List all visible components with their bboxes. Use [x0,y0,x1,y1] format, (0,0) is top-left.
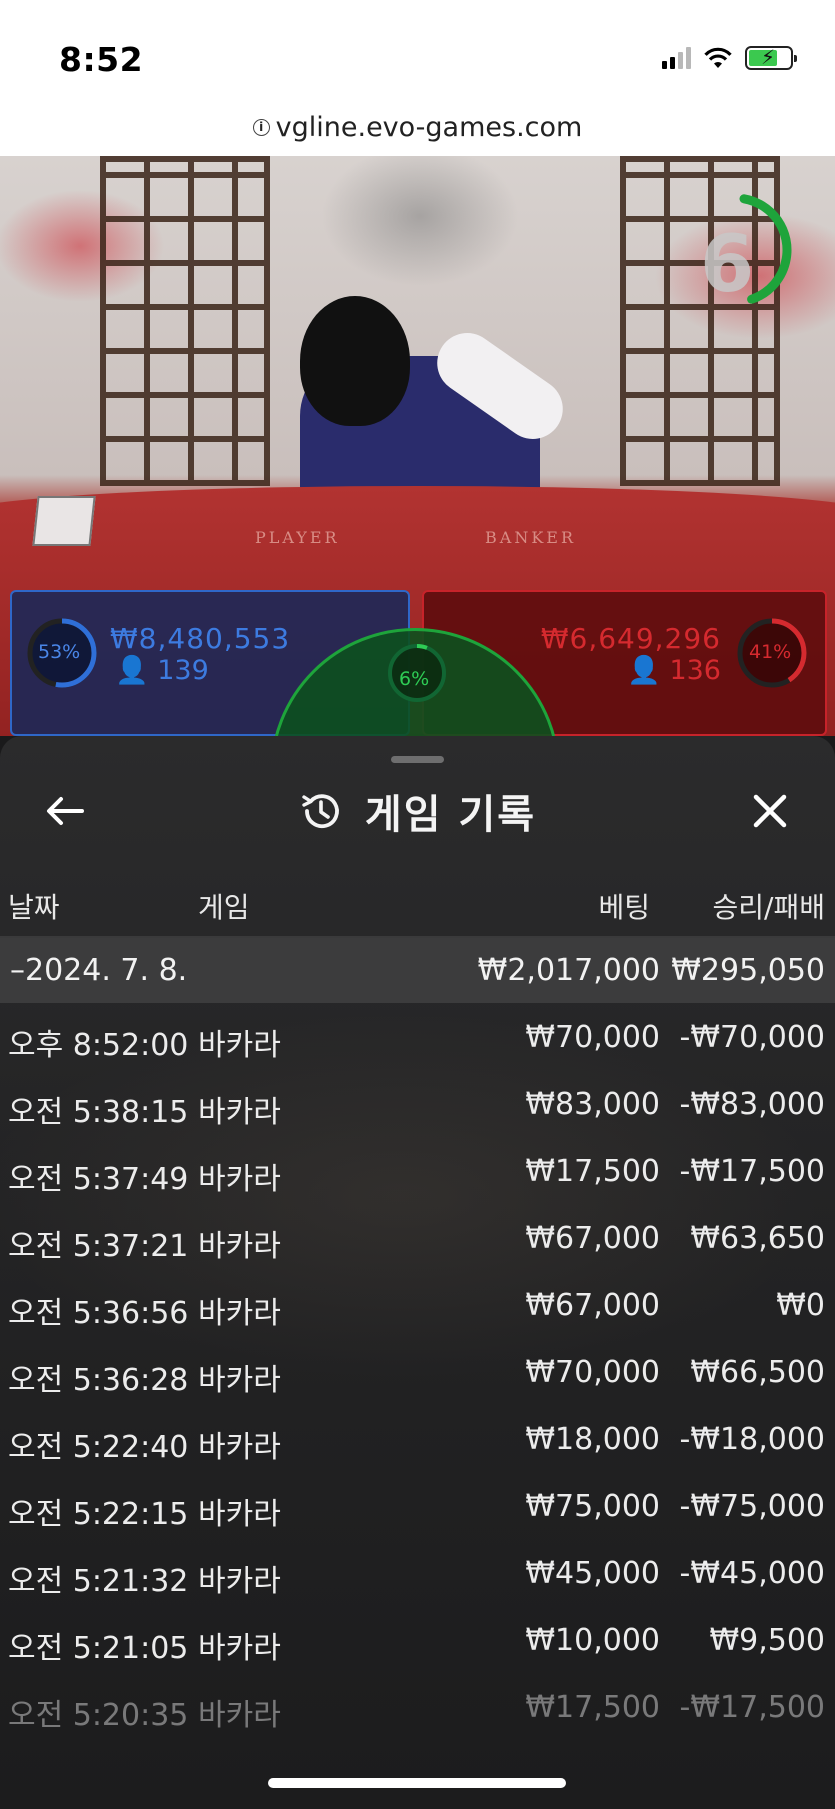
status-icons: ⚡ [662,45,797,70]
row-bet: ₩70,000 [525,1020,660,1055]
row-result: ₩9,500 [709,1623,825,1658]
row-time: 오전 5:36:28 [8,1363,189,1398]
history-row[interactable]: 오전 5:22:40 바카라 ₩18,000 -₩18,000 [0,1406,835,1473]
close-icon [753,794,787,828]
history-list: 오후 8:52:00 바카라 ₩70,000 -₩70,000 오전 5:38:15 바… [0,1004,835,1741]
row-bet: ₩45,000 [525,1556,660,1591]
folding-screen-left [100,156,270,486]
row-bet: ₩70,000 [525,1355,660,1390]
row-result: ₩0 [776,1288,825,1323]
sheet-drag-handle[interactable] [391,756,444,763]
address-bar[interactable]: i vgline.evo-games.com [0,98,835,156]
date-group-date: –2024. 7. 8. [10,953,188,988]
row-result: -₩17,500 [679,1690,825,1725]
history-row[interactable]: 오전 5:36:28 바카라 ₩70,000 ₩66,500 [0,1339,835,1406]
date-group-bet-total: ₩2,017,000 [477,953,660,988]
battery-icon: ⚡ [745,45,797,70]
column-header-game: 게임 [198,891,250,924]
row-game: 바카라 [198,1631,281,1666]
history-row[interactable]: 오전 5:37:49 바카라 ₩17,500 -₩17,500 [0,1138,835,1205]
row-game: 바카라 [198,1162,281,1197]
row-game: 바카라 [198,1698,281,1733]
row-result: ₩63,650 [690,1221,825,1256]
status-bar: 8:52 ⚡ [0,0,835,98]
row-game: 바카라 [198,1564,281,1599]
row-bet: ₩83,000 [525,1087,660,1122]
cellular-signal-icon [662,47,691,69]
status-time: 8:52 [59,40,144,79]
row-game: 바카라 [198,1430,281,1465]
card-shoe [32,496,96,546]
game-history-sheet: 게임 기록 날짜 게임 베팅 승리/패배 –2024. 7. 8. ₩2,017… [0,736,835,1809]
history-row[interactable]: 오전 5:21:32 바카라 ₩45,000 -₩45,000 [0,1540,835,1607]
row-time: 오전 5:21:05 [8,1631,189,1666]
history-row[interactable]: 오전 5:37:21 바카라 ₩67,000 ₩63,650 [0,1205,835,1272]
row-time: 오전 5:36:56 [8,1296,189,1331]
banker-total-amount: ₩6,649,296 [540,622,721,655]
row-game: 바카라 [198,1028,281,1063]
date-group-win-total: ₩295,050 [671,953,825,988]
row-game: 바카라 [198,1363,281,1398]
history-row[interactable]: 오전 5:21:05 바카라 ₩10,000 ₩9,500 [0,1607,835,1674]
countdown-number: 6 [700,220,755,310]
history-row[interactable]: 오전 5:36:56 바카라 ₩67,000 ₩0 [0,1272,835,1339]
row-bet: ₩10,000 [525,1623,660,1658]
banker-bettor-count: 👤 136 [627,655,721,686]
row-bet: ₩17,500 [525,1690,660,1725]
history-row[interactable]: 오전 5:38:15 바카라 ₩83,000 -₩83,000 [0,1071,835,1138]
row-result: -₩45,000 [679,1556,825,1591]
home-indicator [268,1778,566,1788]
row-time: 오전 5:22:15 [8,1497,189,1532]
column-header-win-loss: 승리/패배 [712,891,825,924]
row-bet: ₩18,000 [525,1422,660,1457]
player-bettor-count: 👤 139 [115,655,209,686]
history-row[interactable]: 오전 5:22:15 바카라 ₩75,000 -₩75,000 [0,1473,835,1540]
close-button[interactable] [745,786,795,836]
row-time: 오전 5:37:21 [8,1229,189,1264]
row-result: -₩18,000 [679,1422,825,1457]
row-game: 바카라 [198,1095,281,1130]
person-icon: 👤 [115,655,149,686]
row-time: 오후 8:52:00 [8,1028,189,1063]
row-bet: ₩67,000 [525,1221,660,1256]
person-icon: 👤 [627,655,661,686]
row-bet: ₩67,000 [525,1288,660,1323]
row-result: -₩75,000 [679,1489,825,1524]
date-group-row[interactable]: –2024. 7. 8. ₩2,017,000 ₩295,050 [0,938,835,1003]
table-label-banker: BANKER [485,528,576,547]
column-header-bet: 베팅 [598,891,650,924]
row-result: ₩66,500 [690,1355,825,1390]
row-bet: ₩75,000 [525,1489,660,1524]
row-time: 오전 5:20:35 [8,1698,189,1733]
banker-percent: 41% [749,641,792,663]
row-game: 바카라 [198,1229,281,1264]
column-header-date: 날짜 [8,891,60,924]
sheet-title: 게임 기록 [364,792,537,838]
history-row[interactable]: 오후 8:52:00 바카라 ₩70,000 -₩70,000 [0,1004,835,1071]
table-label-player: PLAYER [255,528,340,547]
tie-percent: 6% [399,668,430,690]
player-percent: 53% [38,641,81,663]
sheet-header: 게임 기록 [0,782,835,840]
row-time: 오전 5:22:40 [8,1430,189,1465]
row-result: -₩70,000 [679,1020,825,1055]
row-game: 바카라 [198,1296,281,1331]
row-bet: ₩17,500 [525,1154,660,1189]
player-total-amount: ₩8,480,553 [110,622,291,655]
info-icon[interactable]: i [252,118,270,136]
row-time: 오전 5:38:15 [8,1095,189,1130]
row-result: -₩17,500 [679,1154,825,1189]
url-text: vgline.evo-games.com [275,111,583,143]
row-game: 바카라 [198,1497,281,1532]
row-time: 오전 5:37:49 [8,1162,189,1197]
wifi-icon [704,47,732,68]
row-result: -₩83,000 [679,1087,825,1122]
row-time: 오전 5:21:32 [8,1564,189,1599]
history-icon [302,794,339,829]
history-row[interactable]: 오전 5:20:35 바카라 ₩17,500 -₩17,500 [0,1674,835,1741]
